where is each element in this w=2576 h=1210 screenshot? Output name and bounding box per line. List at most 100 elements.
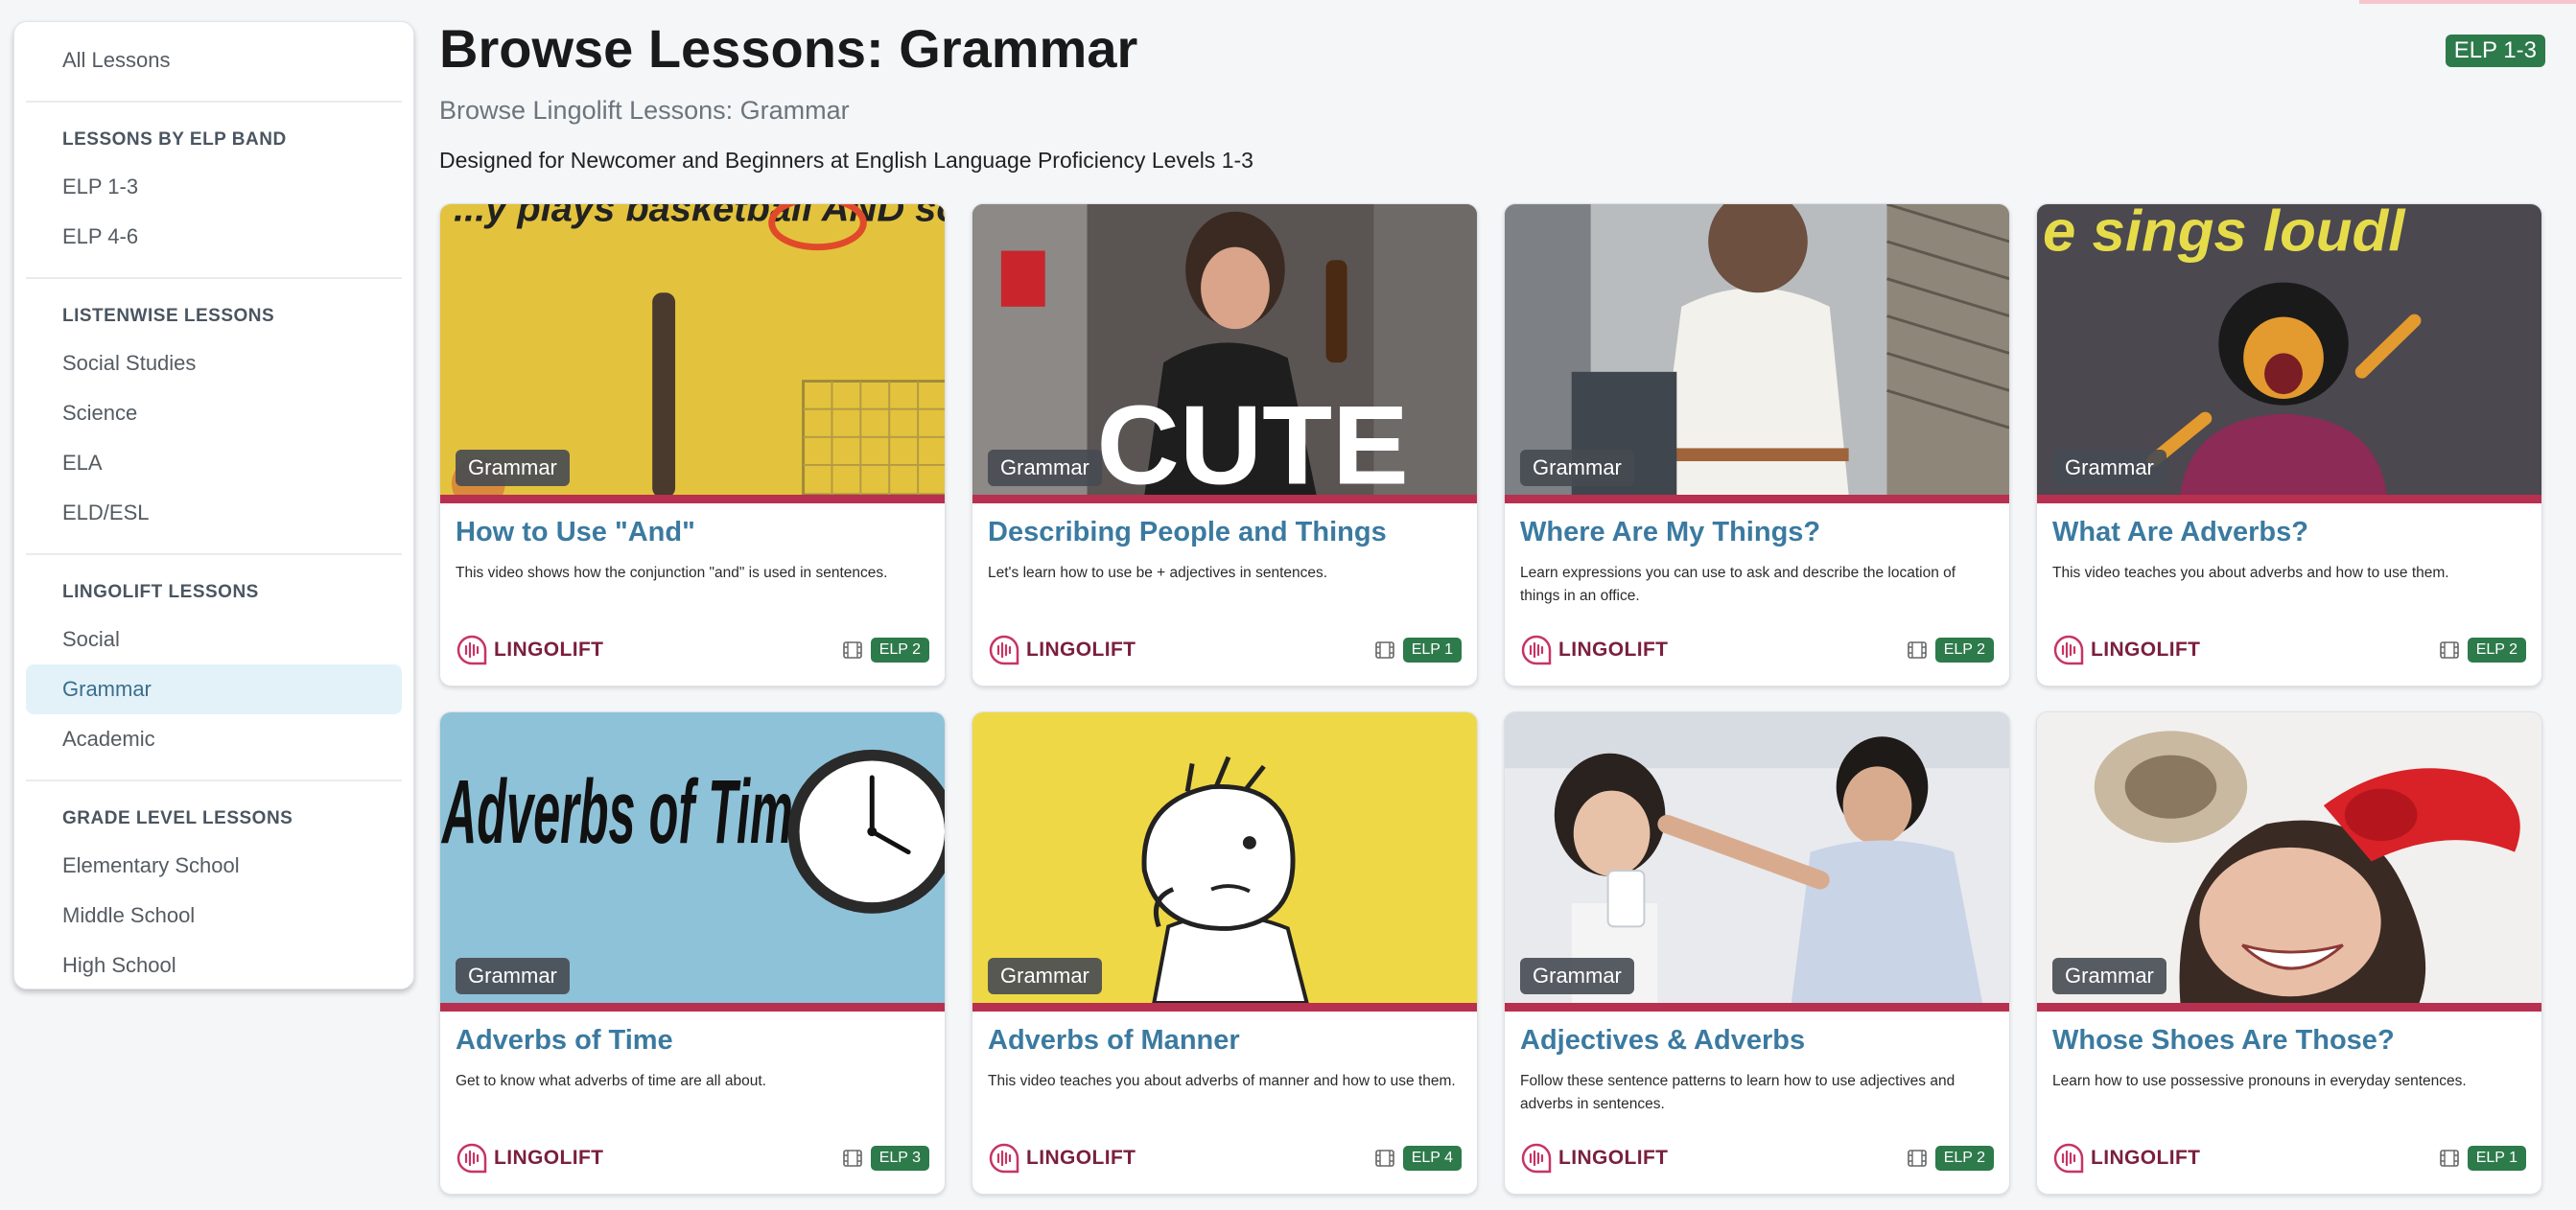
thumb-text: CUTE [1097,384,1409,495]
film-icon [1907,641,1927,659]
lesson-title[interactable]: How to Use "And" [456,517,929,548]
card-footer: LINGOLIFT ELP 2 [1520,634,1994,666]
page-title: Browse Lessons: Grammar [439,18,1138,79]
lesson-card[interactable]: Grammar Adverbs of Manner This video tea… [972,711,1478,1195]
elp-level-badge: ELP 4 [1402,1146,1462,1171]
sidebar-item-grammar[interactable]: Grammar [26,664,402,714]
sidebar-item-middle-school[interactable]: Middle School [26,891,402,941]
sidebar-divider [26,780,402,781]
category-badge: Grammar [1520,958,1634,994]
lesson-title[interactable]: Where Are My Things? [1520,517,1994,548]
lesson-thumbnail[interactable]: CUTE Grammar [972,204,1477,503]
sidebar-item-high-school[interactable]: High School [26,941,402,990]
elp-level-badge: ELP 2 [870,638,929,663]
lesson-thumbnail[interactable]: Grammar [1505,204,2009,503]
lingolift-logo-icon [2053,635,2084,665]
page-subtitle: Browse Lingolift Lessons: Grammar [439,96,850,125]
category-badge: Grammar [456,450,570,486]
brand-label: LINGOLIFT [494,1147,604,1169]
sidebar-item-social[interactable]: Social [26,615,402,664]
film-icon [2439,641,2459,659]
sidebar-item-elementary-school[interactable]: Elementary School [26,841,402,891]
card-footer: LINGOLIFT ELP 1 [2052,1142,2526,1175]
elp-level-badge: ELP 2 [1934,638,1994,663]
elp-band-badge: ELP 1-3 [2445,35,2545,67]
sidebar-item-elp-4-6[interactable]: ELP 4-6 [26,212,402,262]
thumb-text: ...y plays basketball AND soc... [454,204,945,229]
lesson-thumbnail[interactable]: Grammar [2037,712,2541,1012]
sidebar-divider [26,101,402,103]
card-footer: LINGOLIFT ELP 1 [988,634,1462,666]
lesson-card[interactable]: Adverbs of Time Grammar Adverbs of Time … [439,711,946,1195]
sidebar-header-lingolift: LINGOLIFT LESSONS [62,582,259,602]
lesson-thumbnail[interactable]: Grammar [972,712,1477,1012]
lesson-card[interactable]: Grammar Where Are My Things? Learn expre… [1504,203,2010,686]
sidebar-header-elp-band: LESSONS BY ELP BAND [62,129,287,150]
film-icon [1374,641,1394,659]
lesson-description: Get to know what adverbs of time are all… [456,1073,766,1089]
lingolift-logo-icon [1521,1143,1552,1174]
category-badge: Grammar [456,958,570,994]
lesson-description: Learn how to use possessive pronouns in … [2052,1073,2467,1089]
sidebar-item-all-lessons[interactable]: All Lessons [26,35,402,85]
thumb-text: Adverbs of Time [440,761,820,863]
category-badge: Grammar [988,958,1102,994]
category-badge: Grammar [2052,958,2166,994]
lesson-card[interactable]: Grammar Adjectives & Adverbs Follow thes… [1504,711,2010,1195]
sidebar-divider [26,277,402,279]
category-badge: Grammar [988,450,1102,486]
lingolift-logo-icon [989,635,1019,665]
lesson-card[interactable]: e sings loudl Grammar What Are Adverbs? … [2036,203,2542,686]
card-footer: LINGOLIFT ELP 2 [1520,1142,1994,1175]
lesson-description: Follow these sentence patterns to learn … [1520,1073,1955,1112]
elp-level-badge: ELP 3 [870,1146,929,1171]
lesson-thumbnail[interactable]: e sings loudl Grammar [2037,204,2541,503]
lesson-title[interactable]: Adjectives & Adverbs [1520,1025,1994,1057]
elp-level-badge: ELP 2 [2467,638,2526,663]
lesson-title[interactable]: Describing People and Things [988,517,1462,548]
lesson-description: This video shows how the conjunction "an… [456,565,888,581]
sidebar-item-eld-esl[interactable]: ELD/ESL [26,488,402,538]
lingolift-logo-icon [457,1143,487,1174]
film-icon [842,641,862,659]
film-icon [842,1150,862,1167]
lesson-title[interactable]: Adverbs of Time [456,1025,929,1057]
elp-level-badge: ELP 1 [1402,638,1462,663]
sidebar-item-elp-1-3[interactable]: ELP 1-3 [26,162,402,212]
lesson-title[interactable]: Adverbs of Manner [988,1025,1462,1057]
lesson-description: Let's learn how to use be + adjectives i… [988,565,1328,581]
lesson-title[interactable]: What Are Adverbs? [2052,517,2526,548]
card-footer: LINGOLIFT ELP 2 [456,634,929,666]
brand-label: LINGOLIFT [1558,1147,1669,1169]
lesson-card[interactable]: CUTE Grammar Describing People and Thing… [972,203,1478,686]
card-footer: LINGOLIFT ELP 3 [456,1142,929,1175]
page-description: Designed for Newcomer and Beginners at E… [439,148,1253,173]
film-icon [1907,1150,1927,1167]
top-accent-line [2359,0,2576,4]
sidebar-item-science[interactable]: Science [26,388,402,438]
lesson-description: This video teaches you about adverbs and… [2052,565,2449,581]
sidebar-item-ela[interactable]: ELA [26,438,402,488]
sidebar-item-academic[interactable]: Academic [26,714,402,764]
lingolift-logo-icon [989,1143,1019,1174]
sidebar-header-grade-level: GRADE LEVEL LESSONS [62,808,293,828]
lesson-thumbnail[interactable]: Adverbs of Time Grammar [440,712,945,1012]
lesson-card[interactable]: ...y plays basketball AND soc... Grammar… [439,203,946,686]
lesson-thumbnail[interactable]: ...y plays basketball AND soc... Grammar [440,204,945,503]
lesson-card[interactable]: Grammar Whose Shoes Are Those? Learn how… [2036,711,2542,1195]
lingolift-logo-icon [2053,1143,2084,1174]
lesson-grid: ...y plays basketball AND soc... Grammar… [439,203,2545,1195]
brand-label: LINGOLIFT [494,639,604,661]
sidebar: All Lessons LESSONS BY ELP BAND ELP 1-3 … [13,21,414,989]
brand-label: LINGOLIFT [1026,639,1136,661]
sidebar-item-social-studies[interactable]: Social Studies [26,338,402,388]
category-badge: Grammar [1520,450,1634,486]
brand-label: LINGOLIFT [1558,639,1669,661]
film-icon [1374,1150,1394,1167]
lingolift-logo-icon [457,635,487,665]
brand-label: LINGOLIFT [2091,1147,2201,1169]
lesson-thumbnail[interactable]: Grammar [1505,712,2009,1012]
lesson-title[interactable]: Whose Shoes Are Those? [2052,1025,2526,1057]
lingolift-logo-icon [1521,635,1552,665]
film-icon [2439,1150,2459,1167]
